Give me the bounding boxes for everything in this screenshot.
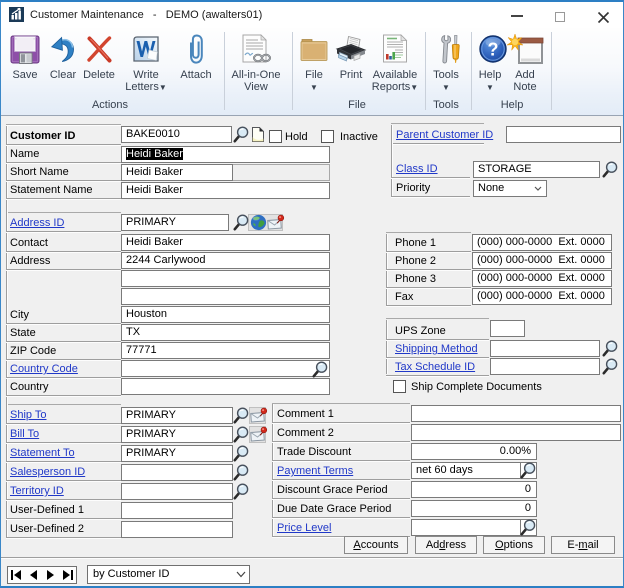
svg-text:?: ? xyxy=(488,40,499,60)
